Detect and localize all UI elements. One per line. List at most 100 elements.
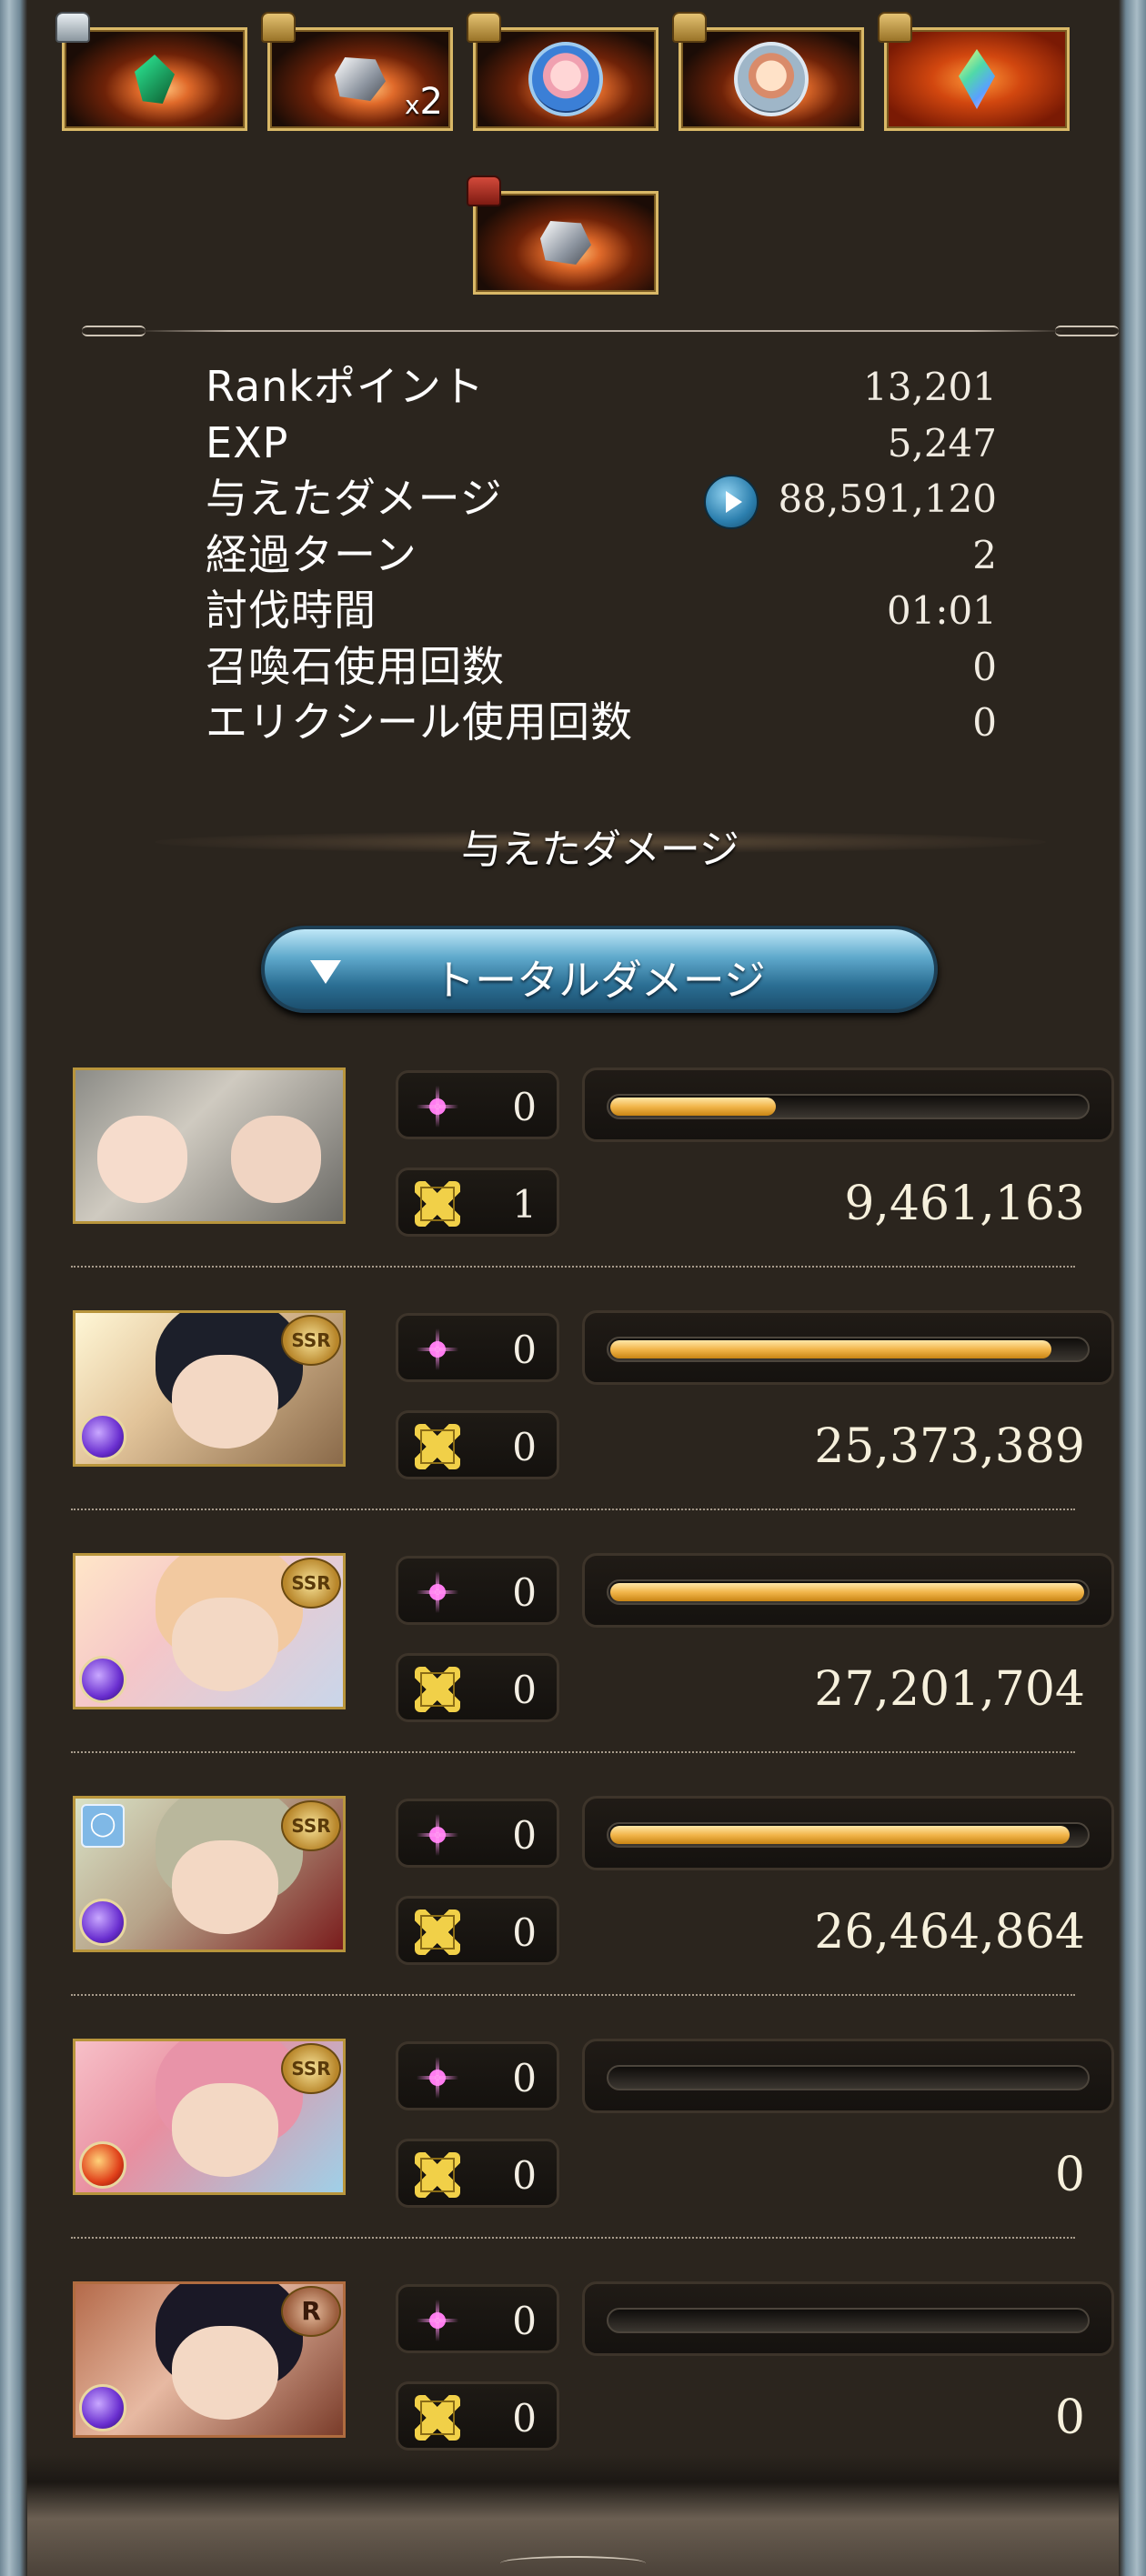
ougi-sparkle-icon bbox=[415, 2298, 460, 2343]
chain-burst-icon bbox=[415, 1909, 460, 1955]
count-value: 0 bbox=[512, 1085, 537, 1129]
character-portrait[interactable]: SSR bbox=[73, 1553, 346, 1709]
character-row: 0 1 9,461,163 bbox=[27, 1067, 1119, 1309]
row-separator bbox=[71, 1994, 1075, 1996]
row-separator bbox=[71, 1751, 1075, 1753]
character-row: SSR 0 0 25,373,389 bbox=[27, 1310, 1119, 1552]
character-orb-icon bbox=[528, 42, 603, 116]
ornamental-divider bbox=[82, 326, 1119, 336]
damage-bar-fill bbox=[610, 1583, 1084, 1601]
silver-ore-icon bbox=[335, 57, 386, 101]
damage-section-header: 与えたダメージ bbox=[155, 811, 1046, 873]
reward-item-green-gem[interactable] bbox=[55, 12, 247, 131]
rarity-badge: SSR bbox=[281, 1558, 341, 1609]
damage-value: 0 bbox=[1054, 2391, 1085, 2445]
chain-burst-count: 0 bbox=[396, 1410, 559, 1479]
ougi-sparkle-count: 0 bbox=[396, 2041, 559, 2110]
count-value: 0 bbox=[512, 1425, 537, 1469]
panel-footer bbox=[27, 2455, 1119, 2576]
row-separator bbox=[71, 1266, 1075, 1268]
chain-burst-icon bbox=[415, 2152, 460, 2198]
silver-chest-icon bbox=[55, 12, 90, 43]
ougi-sparkle-count: 0 bbox=[396, 2284, 559, 2353]
play-icon[interactable] bbox=[704, 475, 759, 529]
count-value: 0 bbox=[512, 2299, 537, 2343]
damage-bar bbox=[582, 2039, 1114, 2113]
row-separator bbox=[71, 1509, 1075, 1510]
reward-item-orb-2[interactable] bbox=[672, 12, 864, 131]
chain-burst-icon bbox=[415, 1181, 460, 1227]
damage-bar bbox=[582, 2281, 1114, 2356]
chain-burst-icon bbox=[415, 2395, 460, 2441]
reward-item-orb-1[interactable] bbox=[467, 12, 658, 131]
damage-bar bbox=[582, 1553, 1114, 1628]
count-value: 0 bbox=[512, 2396, 537, 2441]
dark-element-icon bbox=[79, 1656, 126, 1703]
count-value: 0 bbox=[512, 1910, 537, 1955]
gold-chest-icon bbox=[878, 12, 912, 43]
character-row: SSR ◯ 0 0 26,464,864 bbox=[27, 1796, 1119, 2038]
stat-damage: 与えたダメージ 88,591,120 bbox=[206, 471, 997, 529]
reward-item-silver-ore[interactable]: x2 bbox=[261, 12, 453, 131]
rarity-badge: R bbox=[281, 2286, 341, 2337]
chain-burst-icon bbox=[415, 1667, 460, 1712]
chain-burst-count: 1 bbox=[396, 1168, 559, 1237]
character-portrait[interactable]: SSR ◯ bbox=[73, 1796, 346, 1952]
ougi-sparkle-count: 0 bbox=[396, 1799, 559, 1868]
character-row: SSR 0 0 0 bbox=[27, 2039, 1119, 2280]
chain-burst-count: 0 bbox=[396, 1896, 559, 1965]
gold-chest-icon bbox=[261, 12, 296, 43]
dark-element-icon bbox=[79, 1413, 126, 1460]
character-row: SSR 0 0 27,201,704 bbox=[27, 1553, 1119, 1795]
ougi-sparkle-icon bbox=[415, 1569, 460, 1615]
gold-chest-icon bbox=[672, 12, 707, 43]
character-portrait[interactable] bbox=[73, 1067, 346, 1224]
stat-rank-points: Rankポイント 13,201 bbox=[206, 362, 997, 411]
dark-element-icon bbox=[79, 2384, 126, 2431]
rarity-badge: SSR bbox=[281, 1800, 341, 1851]
character-portrait[interactable]: SSR bbox=[73, 1310, 346, 1467]
count-value: 0 bbox=[512, 1813, 537, 1858]
character-portrait[interactable]: R bbox=[73, 2281, 346, 2438]
damage-value: 27,201,704 bbox=[814, 1662, 1085, 1717]
character-portrait[interactable]: SSR bbox=[73, 2039, 346, 2195]
ougi-sparkle-icon bbox=[415, 1327, 460, 1372]
chain-burst-count: 0 bbox=[396, 1653, 559, 1722]
count-value: 0 bbox=[512, 1328, 537, 1372]
damage-bar bbox=[582, 1310, 1114, 1385]
count-value: 0 bbox=[512, 1668, 537, 1712]
green-gem-icon bbox=[135, 55, 175, 104]
damage-type-dropdown[interactable]: トータルダメージ bbox=[261, 926, 938, 1013]
damage-value: 25,373,389 bbox=[814, 1419, 1085, 1474]
dark-element-icon bbox=[79, 1899, 126, 1946]
ougi-sparkle-icon bbox=[415, 1084, 460, 1129]
ougi-sparkle-count: 0 bbox=[396, 1556, 559, 1625]
gold-chest-icon bbox=[467, 12, 501, 43]
rarity-badge: SSR bbox=[281, 2043, 341, 2094]
count-value: 0 bbox=[512, 1570, 537, 1615]
ring-icon: ◯ bbox=[81, 1804, 125, 1848]
damage-value: 0 bbox=[1054, 2148, 1085, 2202]
rainbow-crystal-icon bbox=[959, 49, 995, 109]
stat-summon-uses: 召喚石使用回数 0 bbox=[206, 641, 997, 691]
chain-burst-count: 0 bbox=[396, 2381, 559, 2451]
chain-burst-icon bbox=[415, 1424, 460, 1469]
stat-time: 討伐時間 01:01 bbox=[206, 586, 997, 635]
damage-bar-fill bbox=[610, 1340, 1051, 1358]
battle-stats: Rankポイント 13,201 EXP 5,247 与えたダメージ 88,591… bbox=[206, 359, 997, 751]
count-value: 0 bbox=[512, 2153, 537, 2198]
row-separator bbox=[71, 2237, 1075, 2239]
chain-burst-count: 0 bbox=[396, 2139, 559, 2208]
damage-value: 9,461,163 bbox=[844, 1177, 1085, 1231]
reward-item-crystal[interactable] bbox=[878, 12, 1070, 131]
damage-bar bbox=[582, 1067, 1114, 1142]
count-value: 1 bbox=[512, 1182, 537, 1227]
red-chest-icon bbox=[467, 175, 501, 206]
ougi-sparkle-icon bbox=[415, 1812, 460, 1858]
damage-bar-fill bbox=[610, 1098, 776, 1116]
ougi-sparkle-icon bbox=[415, 2055, 460, 2100]
damage-value: 26,464,864 bbox=[814, 1905, 1085, 1960]
fire-element-icon bbox=[79, 2141, 126, 2189]
stat-exp: EXP 5,247 bbox=[206, 417, 997, 467]
reward-item-silver-ore-mvp[interactable] bbox=[467, 175, 658, 295]
